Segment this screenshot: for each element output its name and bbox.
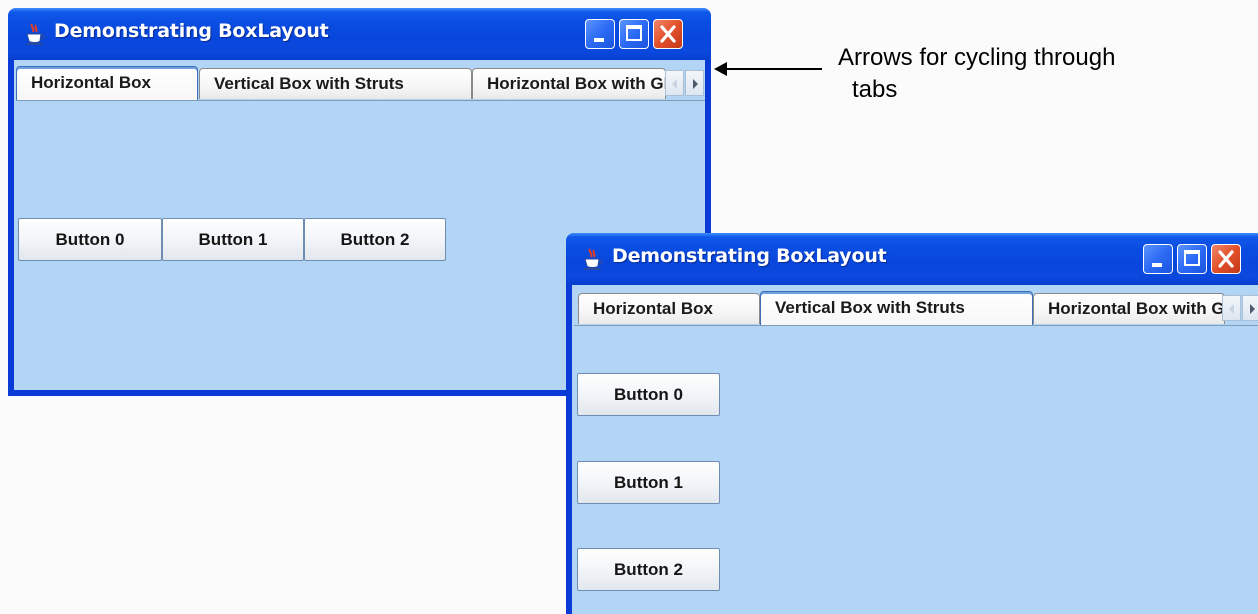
tab-horizontal-box-with-glue[interactable]: Horizontal Box with Glue: [472, 68, 666, 99]
button-1[interactable]: Button 1: [162, 218, 304, 261]
scroll-left-arrow-icon: [672, 79, 677, 89]
annotation-line-1: Arrows for cycling through: [838, 44, 1116, 71]
scroll-right-arrow-icon: [1250, 304, 1255, 314]
tab-scroll-left-button[interactable]: [1222, 295, 1241, 321]
scroll-left-arrow-icon: [1229, 304, 1234, 314]
close-button[interactable]: [1211, 244, 1241, 274]
button-0[interactable]: Button 0: [18, 218, 162, 261]
close-icon: [660, 25, 676, 43]
tab-strip: Horizontal Box Vertical Box with Struts …: [574, 289, 1258, 326]
annotation-arrow-line: [725, 68, 822, 70]
button-2[interactable]: Button 2: [304, 218, 446, 261]
tab-scroll-right-button[interactable]: [685, 70, 704, 96]
title-bar[interactable]: Demonstrating BoxLayout: [8, 8, 711, 60]
maximize-icon: [1184, 250, 1200, 266]
annotation-line-2: tabs: [852, 76, 898, 103]
tab-label: Horizontal Box with Glue: [1048, 299, 1225, 318]
tab-vertical-box-with-struts[interactable]: Vertical Box with Struts: [760, 291, 1033, 325]
tab-strip: Horizontal Box Vertical Box with Struts …: [16, 64, 705, 101]
tab-label: Vertical Box with Struts: [214, 74, 404, 93]
tab-scroll-arrows: [665, 70, 705, 96]
tab-label: Horizontal Box: [31, 73, 151, 92]
tab-label: Vertical Box with Struts: [775, 298, 965, 317]
title-bar[interactable]: Demonstrating BoxLayout: [566, 233, 1258, 285]
screenshot-stage: Demonstrating BoxLayout Horizontal Box V…: [0, 0, 1258, 614]
java-coffee-cup-icon: [584, 248, 603, 270]
button-1[interactable]: Button 1: [577, 461, 720, 504]
tab-scroll-right-button[interactable]: [1242, 295, 1258, 321]
close-button[interactable]: [653, 19, 683, 49]
maximize-icon: [626, 25, 642, 41]
window-title: Demonstrating BoxLayout: [54, 20, 329, 42]
boxlayout-window-vertical: Demonstrating BoxLayout Horizontal Box V…: [566, 233, 1258, 614]
button-2[interactable]: Button 2: [577, 548, 720, 591]
minimize-button[interactable]: [585, 19, 615, 49]
close-icon: [1218, 250, 1234, 268]
tab-horizontal-box-with-glue[interactable]: Horizontal Box with Glue: [1033, 293, 1225, 324]
tab-scroll-arrows: [1222, 295, 1258, 321]
tab-vertical-box-with-struts[interactable]: Vertical Box with Struts: [199, 68, 472, 99]
scroll-right-arrow-icon: [693, 79, 698, 89]
maximize-button[interactable]: [1177, 244, 1207, 274]
tab-scroll-left-button[interactable]: [665, 70, 684, 96]
tab-label: Horizontal Box: [593, 299, 713, 318]
minimize-icon: [594, 38, 604, 42]
java-coffee-cup-icon: [26, 23, 45, 45]
tab-horizontal-box[interactable]: Horizontal Box: [578, 293, 760, 324]
button-0[interactable]: Button 0: [577, 373, 720, 416]
minimize-icon: [1152, 263, 1162, 267]
content-pane: Horizontal Box Vertical Box with Struts …: [572, 285, 1258, 614]
annotation-callout: Arrows for cycling through tabs: [838, 42, 1198, 106]
maximize-button[interactable]: [619, 19, 649, 49]
window-title: Demonstrating BoxLayout: [612, 245, 887, 267]
tab-label: Horizontal Box with Glue: [487, 74, 665, 93]
tab-horizontal-box[interactable]: Horizontal Box: [16, 66, 198, 100]
minimize-button[interactable]: [1143, 244, 1173, 274]
